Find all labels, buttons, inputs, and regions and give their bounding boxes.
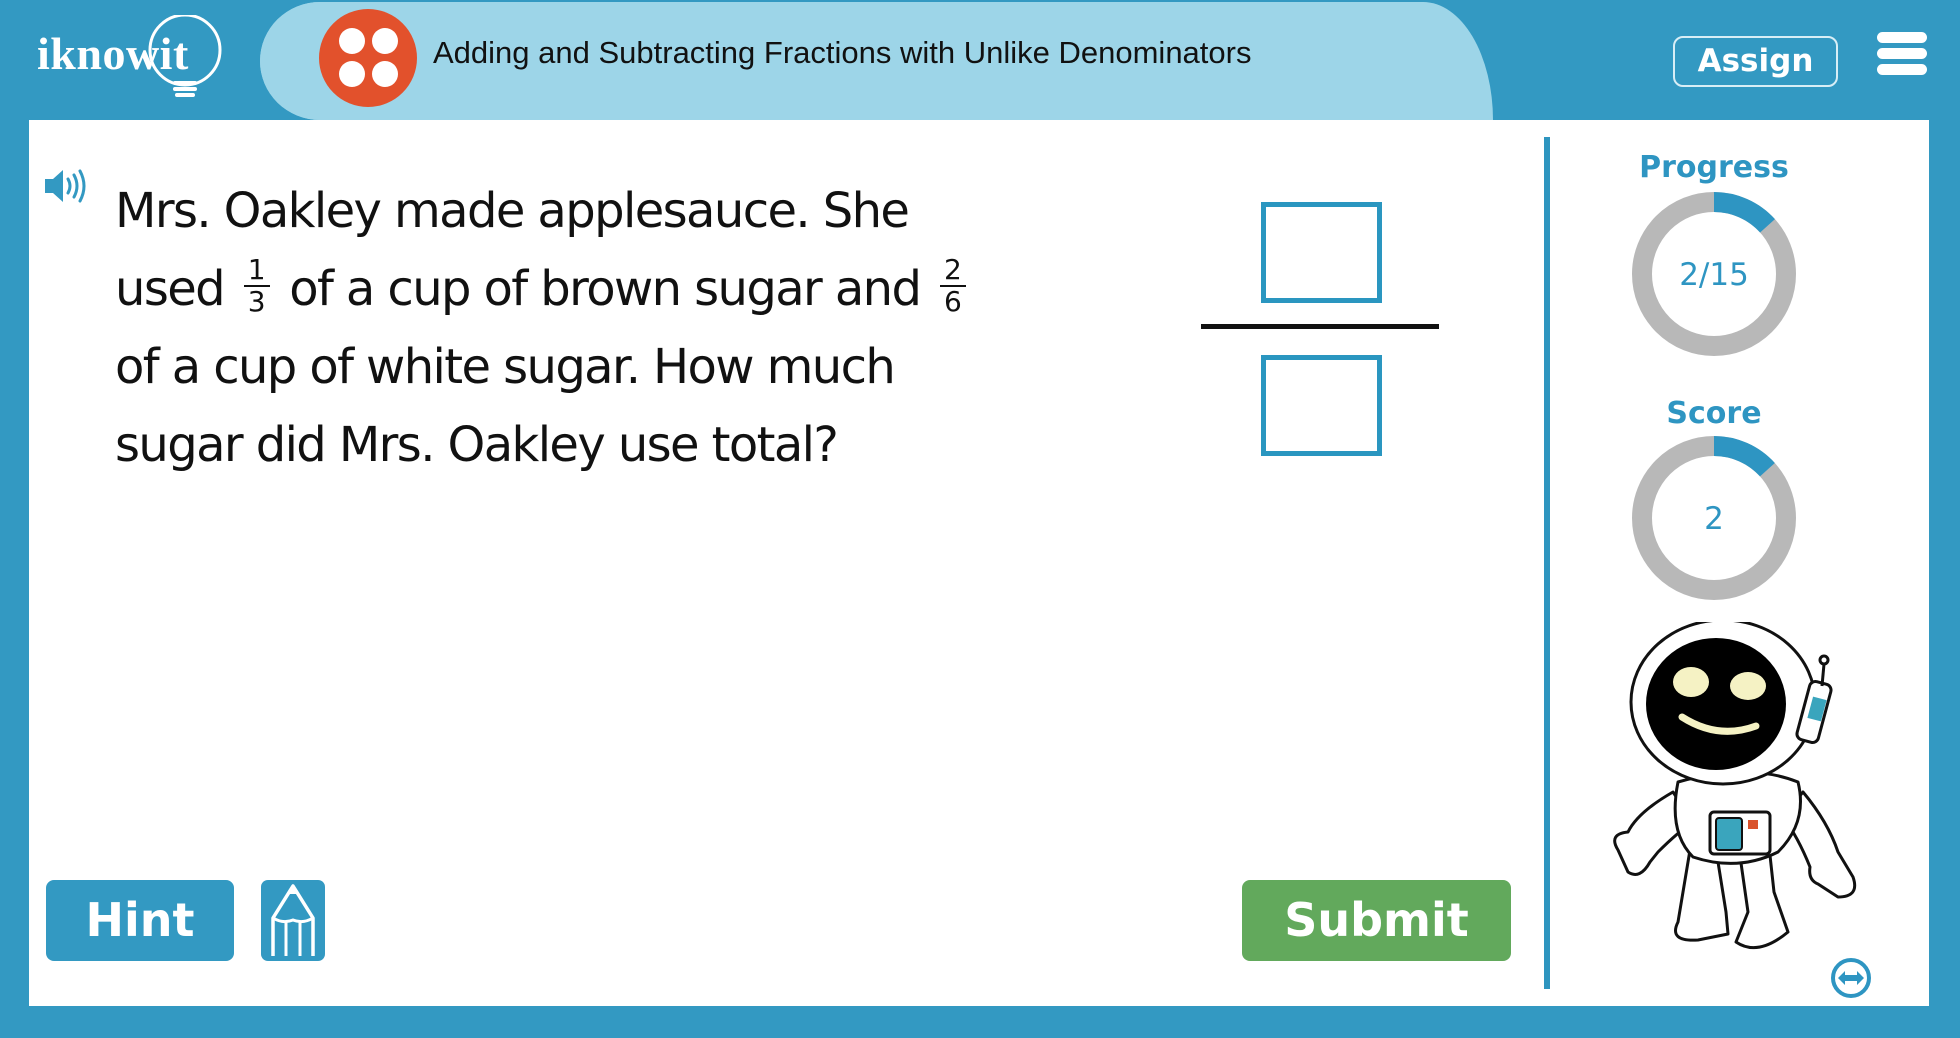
progress-label: Progress [1639,150,1789,185]
lesson-title: Adding and Subtracting Fractions with Un… [433,35,1252,70]
question-line: Mrs. Oakley made applesauce. She [115,183,910,239]
four-dots-icon [319,9,417,107]
fraction-bar [1201,324,1439,329]
fraction-numerator: 2 [940,255,966,287]
fraction-two-sixths: 2 6 [940,255,966,317]
score-label: Score [1666,396,1762,431]
hint-button[interactable]: Hint [46,880,234,961]
visor [1646,638,1786,770]
logo-text: iknowit [37,28,189,79]
question-line: of a cup of white sugar. How much [115,339,896,395]
expand-horizontal-icon[interactable] [1830,957,1872,999]
numerator-input[interactable] [1261,202,1382,303]
question-line: used 1 3 of a cup of brown sugar and 2 6 [115,250,1075,328]
question-text-fragment: of a cup of brown sugar and [289,261,922,317]
astronaut-mascot [1613,622,1857,950]
pencil-icon [271,884,315,956]
sidebar-divider [1544,137,1550,989]
fraction-one-third: 1 3 [243,255,270,318]
speaker-icon[interactable] [43,166,89,206]
fraction-denominator: 3 [247,285,266,318]
question-line: sugar did Mrs. Oakley use total? [115,417,839,473]
scratchpad-button[interactable] [261,880,325,961]
question-text-fragment: used [115,261,226,317]
hamburger-menu-icon[interactable] [1877,32,1927,76]
score-value: 2 [1704,501,1724,537]
fraction-numerator: 1 [243,255,270,287]
assign-button[interactable]: Assign [1673,36,1838,87]
iknowit-logo[interactable]: iknowit [25,15,235,105]
question-text: Mrs. Oakley made applesauce. She used 1 … [115,172,1075,484]
fraction-denominator: 6 [944,285,962,318]
denominator-input[interactable] [1261,355,1382,456]
submit-button[interactable]: Submit [1242,880,1511,961]
progress-value: 2/15 [1679,257,1749,293]
